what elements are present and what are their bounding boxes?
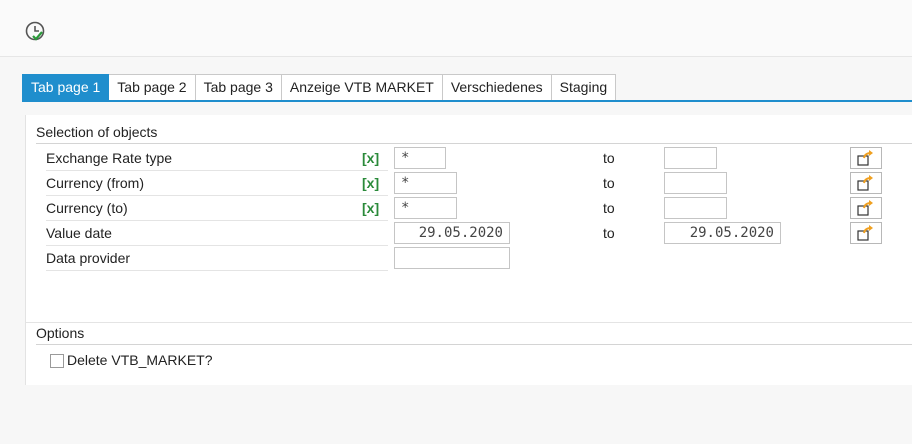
matchcode-icon[interactable]: [x] (362, 146, 379, 170)
clock-execute-icon[interactable] (24, 20, 46, 42)
application-toolbar (0, 0, 912, 57)
tab-page-2[interactable]: Tab page 2 (109, 74, 196, 101)
options-group-title: Options (36, 322, 912, 345)
multiple-selection-icon (857, 225, 873, 241)
multiple-selection-button[interactable] (850, 222, 882, 244)
value-date-to-input[interactable]: 29.05.2020 (664, 222, 781, 244)
exchange-rate-type-label: Exchange Rate type (46, 146, 388, 171)
currency-from-label: Currency (from) (46, 171, 388, 196)
delete-vtb-market-checkbox[interactable] (50, 354, 64, 368)
to-label: to (603, 175, 615, 191)
tab-underline (22, 100, 912, 102)
multiple-selection-icon (857, 175, 873, 191)
currency-from-to-input[interactable] (664, 172, 727, 194)
to-label: to (603, 150, 615, 166)
multiple-selection-icon (857, 200, 873, 216)
selection-group-title: Selection of objects (36, 121, 912, 144)
currency-to-label: Currency (to) (46, 196, 388, 221)
data-provider-label: Data provider (46, 246, 388, 271)
matchcode-icon[interactable]: [x] (362, 196, 379, 220)
tab-page-1[interactable]: Tab page 1 (22, 74, 110, 101)
multiple-selection-icon (857, 150, 873, 166)
currency-to-from-input[interactable]: * (394, 197, 457, 219)
currency-from-from-input[interactable]: * (394, 172, 457, 194)
value-date-label: Value date (46, 221, 388, 246)
tab-verschiedenes[interactable]: Verschiedenes (442, 74, 552, 101)
multiple-selection-button[interactable] (850, 147, 882, 169)
currency-to-to-input[interactable] (664, 197, 727, 219)
exchange-rate-type-from-input[interactable]: * (394, 147, 446, 169)
exchange-rate-type-to-input[interactable] (664, 147, 717, 169)
tab-page-3[interactable]: Tab page 3 (195, 74, 282, 101)
data-provider-input[interactable] (394, 247, 510, 269)
delete-vtb-market-label: Delete VTB_MARKET? (67, 352, 213, 368)
matchcode-icon[interactable]: [x] (362, 171, 379, 195)
tab-strip: Tab page 1 Tab page 2 Tab page 3 Anzeige… (22, 74, 617, 101)
multiple-selection-button[interactable] (850, 172, 882, 194)
tab-anzeige-vtb-market[interactable]: Anzeige VTB MARKET (281, 74, 443, 101)
multiple-selection-button[interactable] (850, 197, 882, 219)
value-date-from-input[interactable]: 29.05.2020 (394, 222, 510, 244)
to-label: to (603, 200, 615, 216)
to-label: to (603, 225, 615, 241)
tab-staging[interactable]: Staging (551, 74, 617, 101)
